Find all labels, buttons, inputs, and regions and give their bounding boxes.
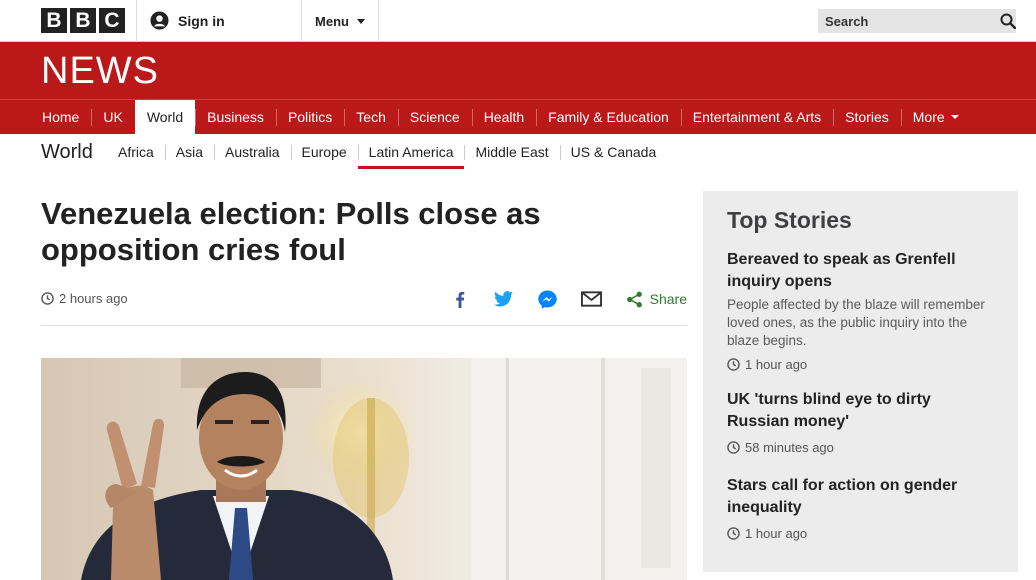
sign-in-label: Sign in bbox=[178, 12, 225, 29]
story-timestamp: 58 minutes ago bbox=[727, 440, 997, 455]
nav-item-health[interactable]: Health bbox=[471, 100, 536, 134]
story-title-link[interactable]: UK 'turns blind eye to dirty Russian mon… bbox=[727, 389, 997, 433]
story-item: UK 'turns blind eye to dirty Russian mon… bbox=[727, 389, 997, 455]
story-item: Stars call for action on gender inequali… bbox=[727, 475, 997, 541]
facebook-icon bbox=[455, 291, 464, 308]
subnav-item-label: Latin America bbox=[368, 144, 454, 160]
nav-item-label: Health bbox=[483, 109, 525, 125]
hero-photo bbox=[41, 358, 687, 580]
top-stories-panel: Top Stories Bereaved to speak as Grenfel… bbox=[703, 191, 1018, 572]
story-summary: People affected by the blaze will rememb… bbox=[727, 297, 985, 348]
nav-item-more[interactable]: More bbox=[900, 100, 971, 134]
secondary-nav: World Africa Asia Australia Europe Latin… bbox=[0, 134, 1036, 170]
nav-item-family-education[interactable]: Family & Education bbox=[536, 100, 681, 134]
primary-nav: Home UK World Business Politics Tech Sci… bbox=[0, 99, 1036, 134]
nav-item-tech[interactable]: Tech bbox=[344, 100, 398, 134]
share-label: Share bbox=[649, 291, 687, 307]
masthead: B B C Sign in Menu bbox=[0, 0, 1036, 42]
story-time-text: 1 hour ago bbox=[745, 357, 808, 372]
subnav-item-europe[interactable]: Europe bbox=[290, 134, 358, 170]
article-timestamp: 2 hours ago bbox=[41, 291, 128, 306]
email-share-button[interactable] bbox=[570, 287, 614, 311]
clock-icon bbox=[727, 441, 740, 454]
subnav-item-label: Asia bbox=[175, 144, 204, 160]
nav-item-label: Home bbox=[42, 109, 80, 125]
nav-item-label: Politics bbox=[287, 109, 333, 125]
section-title[interactable]: World bbox=[41, 141, 93, 164]
top-stories-title: Top Stories bbox=[727, 207, 852, 233]
bbc-logo[interactable]: B B C bbox=[41, 8, 125, 33]
nav-item-uk[interactable]: UK bbox=[91, 100, 134, 134]
chevron-down-icon bbox=[950, 115, 959, 119]
story-timestamp: 1 hour ago bbox=[727, 357, 997, 372]
bbc-logo-letter: B bbox=[70, 8, 96, 33]
nav-item-politics[interactable]: Politics bbox=[275, 100, 344, 134]
facebook-share-button[interactable] bbox=[438, 287, 482, 311]
timestamp-text: 2 hours ago bbox=[59, 291, 128, 306]
story-title-link[interactable]: Bereaved to speak as Grenfell inquiry op… bbox=[727, 249, 997, 293]
subnav-item-asia[interactable]: Asia bbox=[164, 134, 214, 170]
subnav-item-label: Europe bbox=[301, 144, 347, 160]
subnav-item-label: Middle East bbox=[475, 144, 549, 160]
messenger-icon bbox=[538, 289, 557, 309]
nav-item-label: Entertainment & Arts bbox=[692, 109, 822, 125]
share-button[interactable]: Share bbox=[626, 291, 687, 308]
subnav-item-latin-america[interactable]: Latin America bbox=[357, 134, 465, 170]
search-icon[interactable] bbox=[1000, 9, 1016, 33]
story-title-link[interactable]: Stars call for action on gender inequali… bbox=[727, 475, 997, 519]
search-box bbox=[818, 9, 1016, 33]
masthead-divider bbox=[136, 0, 137, 42]
news-banner: NEWS bbox=[0, 42, 1036, 99]
messenger-share-button[interactable] bbox=[526, 287, 570, 311]
nav-item-world[interactable]: World bbox=[134, 100, 196, 134]
clock-icon bbox=[727, 358, 740, 371]
story-time-text: 1 hour ago bbox=[745, 526, 808, 541]
subnav-item-africa[interactable]: Africa bbox=[107, 134, 165, 170]
share-tools: Share bbox=[438, 287, 687, 311]
subnav-item-label: Australia bbox=[225, 144, 280, 160]
menu-button[interactable]: Menu bbox=[302, 0, 378, 42]
search-input[interactable] bbox=[818, 9, 1000, 33]
nav-item-label: Business bbox=[207, 109, 264, 125]
user-icon bbox=[150, 11, 169, 30]
article-headline: Venezuela election: Polls close as oppos… bbox=[41, 196, 541, 267]
nav-item-label: More bbox=[912, 109, 945, 125]
nav-item-label: Science bbox=[409, 109, 460, 125]
nav-item-entertainment-arts[interactable]: Entertainment & Arts bbox=[680, 100, 833, 134]
email-icon bbox=[581, 291, 603, 307]
subnav-item-australia[interactable]: Australia bbox=[214, 134, 290, 170]
nav-item-stories[interactable]: Stories bbox=[833, 100, 901, 134]
nav-item-label: Tech bbox=[356, 109, 386, 125]
meta-divider bbox=[41, 325, 687, 326]
masthead-divider bbox=[378, 0, 379, 42]
story-item: Bereaved to speak as Grenfell inquiry op… bbox=[727, 249, 997, 372]
nav-item-label: World bbox=[146, 109, 184, 125]
nav-item-label: UK bbox=[103, 109, 123, 125]
menu-label: Menu bbox=[315, 13, 349, 29]
twitter-icon bbox=[494, 291, 514, 307]
subnav-item-label: Africa bbox=[118, 144, 154, 160]
nav-item-home[interactable]: Home bbox=[30, 100, 91, 134]
clock-icon bbox=[41, 292, 54, 305]
subnav-item-us-canada[interactable]: US & Canada bbox=[559, 134, 668, 170]
article-hero-image[interactable] bbox=[41, 358, 687, 580]
sign-in-button[interactable]: Sign in bbox=[150, 11, 225, 30]
nav-item-science[interactable]: Science bbox=[397, 100, 472, 134]
nav-item-label: Family & Education bbox=[548, 109, 669, 125]
nav-item-label: Stories bbox=[845, 109, 889, 125]
story-time-text: 58 minutes ago bbox=[745, 440, 834, 455]
chevron-down-icon bbox=[356, 18, 365, 24]
twitter-share-button[interactable] bbox=[482, 287, 526, 311]
subnav-item-middle-east[interactable]: Middle East bbox=[464, 134, 559, 170]
share-icon bbox=[626, 291, 642, 307]
subnav-item-label: US & Canada bbox=[570, 144, 657, 160]
clock-icon bbox=[727, 527, 740, 540]
story-timestamp: 1 hour ago bbox=[727, 526, 997, 541]
news-wordmark[interactable]: NEWS bbox=[41, 50, 159, 93]
bbc-logo-letter: B bbox=[41, 8, 67, 33]
bbc-logo-letter: C bbox=[99, 8, 125, 33]
nav-item-business[interactable]: Business bbox=[195, 100, 276, 134]
article-meta: 2 hours ago Share bbox=[41, 287, 687, 311]
